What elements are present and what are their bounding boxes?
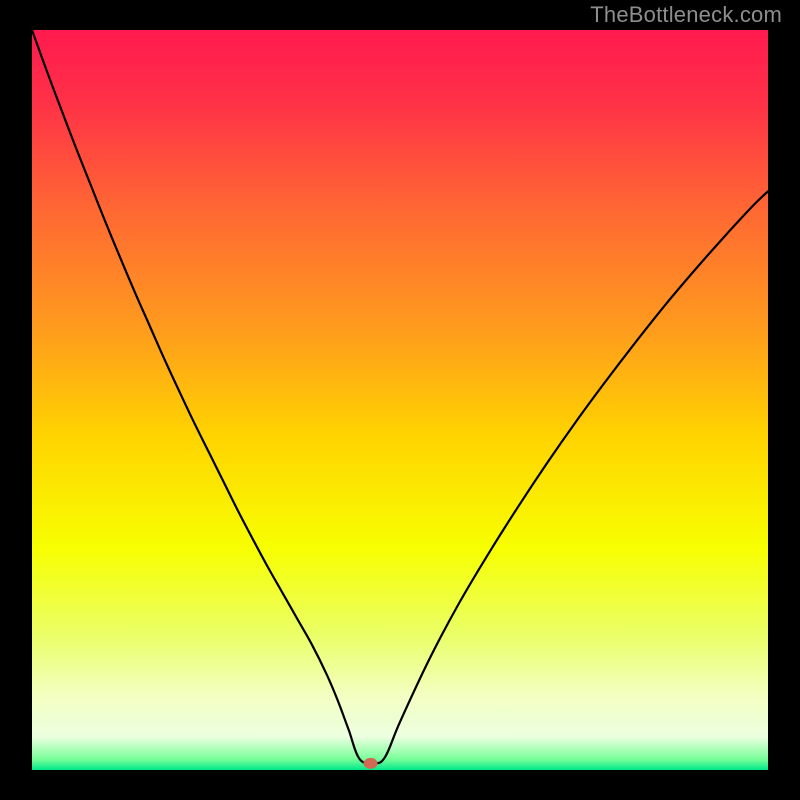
- optimal-point-marker: [364, 758, 378, 769]
- outer-frame: TheBottleneck.com: [0, 0, 800, 800]
- watermark-text: TheBottleneck.com: [590, 2, 782, 28]
- bottleneck-chart: [32, 30, 768, 770]
- plot-area: [32, 30, 768, 770]
- gradient-background: [32, 30, 768, 770]
